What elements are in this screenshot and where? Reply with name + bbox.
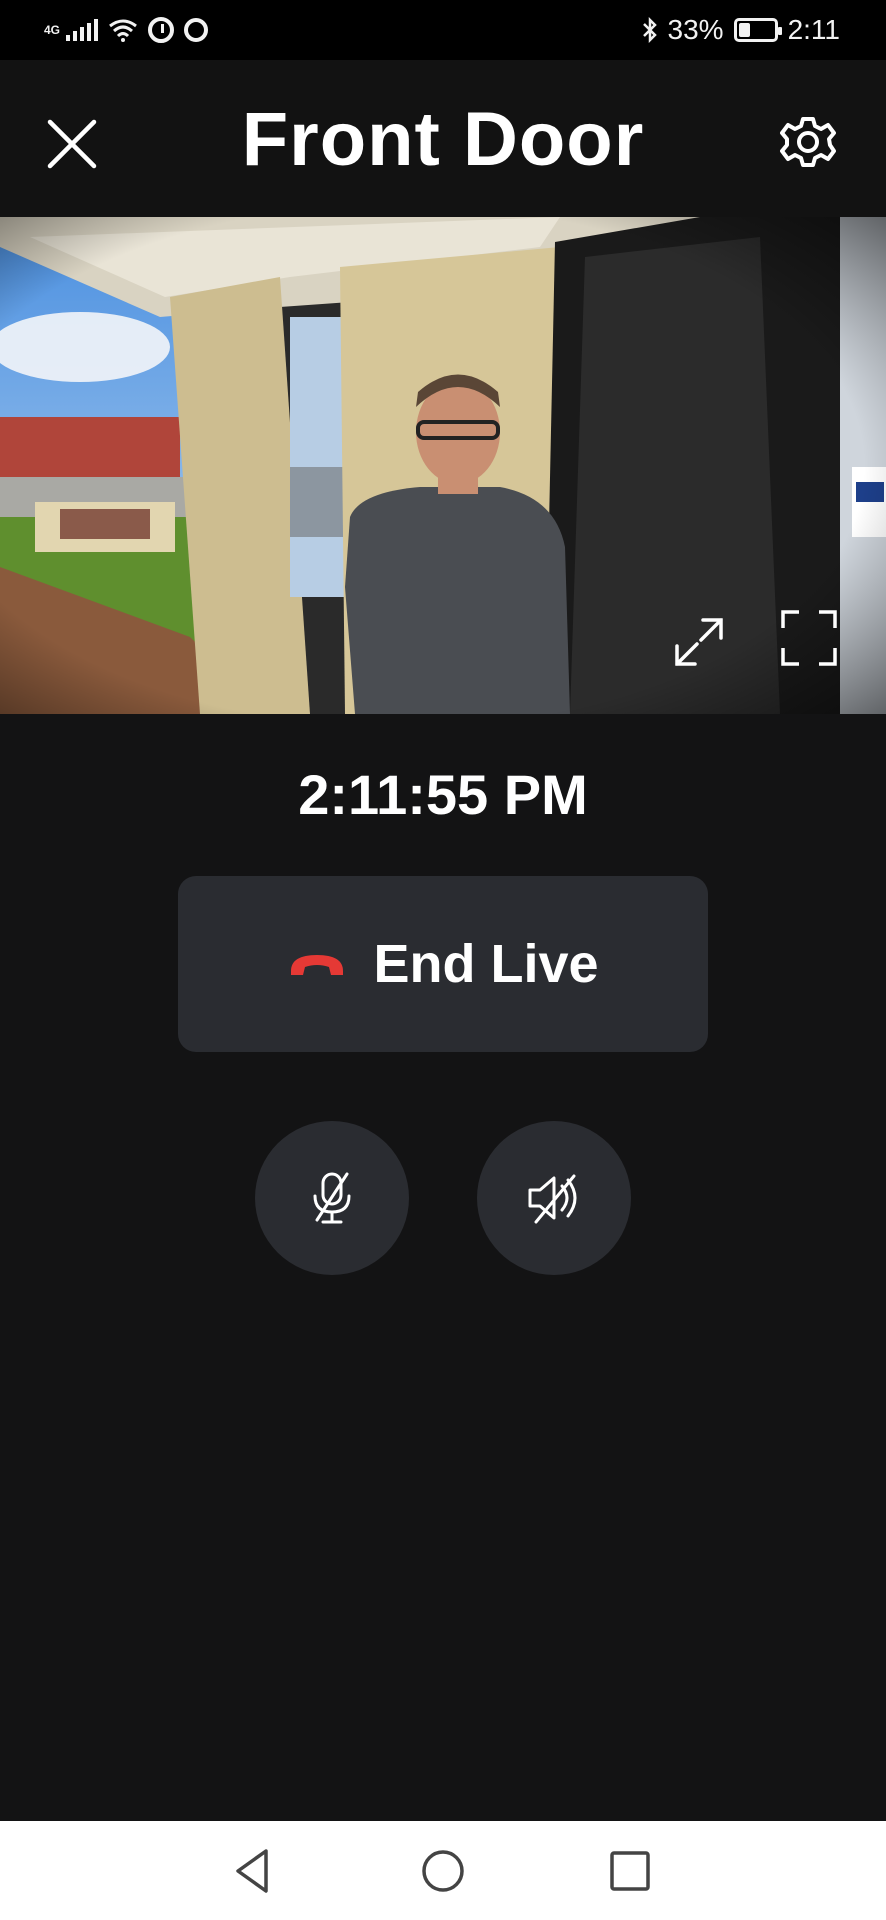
status-left: 4G — [44, 17, 209, 43]
status-right: 33% 2:11 — [642, 14, 840, 46]
fullscreen-button[interactable] — [779, 608, 839, 668]
sync-icon — [184, 18, 209, 42]
wifi-icon — [109, 19, 137, 42]
live-video-feed[interactable] — [0, 217, 886, 714]
alarm-icon — [148, 17, 175, 43]
nav-home-button[interactable] — [415, 1843, 471, 1899]
mic-toggle-button[interactable] — [255, 1121, 409, 1275]
network-type: 4G — [44, 23, 61, 37]
recents-icon — [610, 1851, 650, 1891]
live-timestamp: 2:11:55 PM — [298, 763, 588, 826]
status-bar: 4G 33% 2:11 — [0, 0, 886, 60]
gear-icon — [780, 117, 836, 167]
nav-back-button[interactable] — [226, 1843, 282, 1899]
system-nav-bar — [0, 1821, 886, 1920]
expand-icon — [675, 618, 723, 666]
mic-muted-icon — [313, 1172, 351, 1224]
battery-icon — [733, 18, 782, 42]
end-live-label: End Live — [373, 934, 599, 994]
nav-recents-button[interactable] — [602, 1843, 658, 1899]
fullscreen-icon — [781, 610, 837, 666]
expand-button[interactable] — [671, 614, 727, 670]
back-icon — [236, 1849, 268, 1893]
status-time: 2:11 — [787, 14, 840, 45]
hang-up-icon — [291, 955, 344, 975]
app-header: Front Door — [0, 60, 886, 217]
bluetooth-icon — [642, 17, 657, 43]
camera-image — [0, 217, 886, 714]
speaker-toggle-button[interactable] — [477, 1121, 631, 1275]
settings-button[interactable] — [776, 110, 840, 174]
page-title: Front Door — [241, 97, 645, 182]
battery-percent: 33% — [667, 14, 724, 45]
end-live-button[interactable]: End Live — [178, 876, 708, 1052]
speaker-muted-icon — [528, 1174, 577, 1224]
signal-icon — [66, 19, 99, 41]
home-icon — [422, 1850, 464, 1892]
